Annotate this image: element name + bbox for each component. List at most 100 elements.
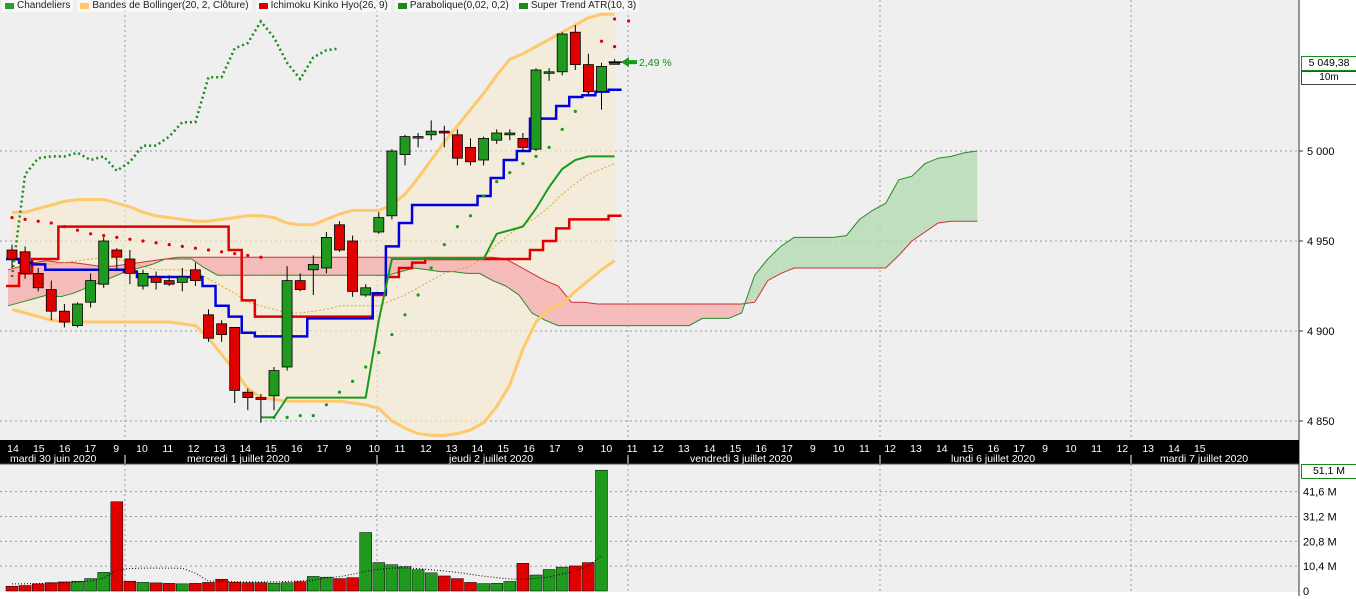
candle-up[interactable] [543,71,555,74]
candle-down[interactable] [569,31,581,66]
volume-bar[interactable] [333,578,346,592]
volume-bar[interactable] [595,469,608,592]
candle-up[interactable] [98,240,110,285]
volume-bar[interactable] [582,562,595,592]
volume-bar[interactable] [18,585,32,592]
volume-bar[interactable] [31,583,45,592]
candle-up[interactable] [491,132,503,141]
candle-up[interactable] [412,136,424,139]
candle-down[interactable] [189,269,201,281]
candle-up[interactable] [137,272,149,287]
volume-bar[interactable] [71,580,84,592]
chart-canvas[interactable]: 5 000 4 950 4 900 4 850 41,6 M 31,2 M 20,8 M 10… [0,0,1356,598]
volume-bar[interactable] [267,582,281,592]
volume-bar[interactable] [346,577,359,592]
candle-down[interactable] [517,137,529,148]
volume-bar[interactable] [189,583,202,592]
volume-bar[interactable] [228,581,241,592]
legend-item[interactable]: Super Trend ATR(10, 3) [515,0,640,12]
candle-up[interactable] [72,303,83,327]
candle-down[interactable] [334,224,345,251]
trading-chart[interactable]: 5 000 4 950 4 900 4 850 41,6 M 31,2 M 20,8 M 10… [0,0,1356,598]
volume-bar[interactable] [490,583,503,592]
candle-down[interactable] [111,249,123,258]
volume-bar[interactable] [411,569,425,592]
volume-bar[interactable] [307,576,320,592]
candle-down[interactable] [438,130,450,134]
volume-bar[interactable] [477,583,490,592]
volume-bar[interactable] [372,562,386,592]
candle-up[interactable] [596,66,607,93]
candle-down[interactable] [465,146,476,163]
volume-bar[interactable] [123,580,137,592]
volume-bar[interactable] [176,583,189,592]
candle-up[interactable] [360,287,372,296]
legend-item[interactable]: Chandeliers [2,0,74,12]
volume-bar[interactable] [241,582,255,592]
candle-up[interactable] [504,132,516,136]
volume-bar[interactable] [280,582,294,592]
volume-bar[interactable] [84,578,97,592]
candle-up[interactable] [530,69,542,150]
volume-bar[interactable] [542,569,556,592]
legend-item[interactable]: Parabolique(0,02, 0,2) [394,0,512,12]
candle-up[interactable] [176,276,188,283]
candle-down[interactable] [203,314,214,339]
volume-bar[interactable] [320,576,333,592]
volume-bar[interactable] [503,581,517,592]
volume-bar[interactable] [451,578,464,592]
candle-down[interactable] [229,326,241,391]
candle-up[interactable] [268,370,280,397]
volume-bar[interactable] [293,581,307,592]
candle-down[interactable] [6,249,18,260]
candle-up[interactable] [85,280,96,303]
candle-down[interactable] [19,251,31,274]
volume-bar[interactable] [45,582,58,592]
candle-down[interactable] [59,310,70,323]
candle-up[interactable] [373,217,385,233]
candle-down[interactable] [242,391,254,399]
volume-bar[interactable] [398,566,412,592]
volume-bar[interactable] [385,564,399,592]
volume-bar[interactable] [97,572,110,592]
volume-bar[interactable] [464,582,477,592]
volume-bar[interactable] [110,501,124,592]
volume-bar[interactable] [202,582,215,592]
candle-up[interactable] [609,62,620,65]
candle-up[interactable] [307,263,319,271]
volume-bar[interactable] [516,563,530,592]
volume-bar[interactable] [424,572,438,592]
candle-up[interactable] [386,150,398,217]
candle-up[interactable] [556,33,568,73]
candle-up[interactable] [399,136,411,156]
volume-bar[interactable] [438,575,451,592]
candle-down[interactable] [150,276,162,283]
candle-down[interactable] [255,397,267,400]
volume-bar[interactable] [162,583,176,592]
candle-down[interactable] [163,280,175,285]
candle-down[interactable] [294,280,306,291]
candle-up[interactable] [478,137,490,161]
candle-down[interactable] [216,323,228,335]
ichimoku-cloud-bearish [649,304,663,326]
candle-up[interactable] [281,280,293,368]
volume-bar[interactable] [149,582,163,592]
candle-up[interactable] [320,236,332,269]
legend-item[interactable]: Bandes de Bollinger(20, 2, Clôture) [77,0,252,12]
candle-down[interactable] [347,240,359,292]
candle-down[interactable] [32,272,44,289]
legend-item[interactable]: Ichimoku Kinko Hyo(26, 9) [255,0,391,12]
volume-bar[interactable] [5,585,19,592]
candle-down[interactable] [451,134,463,159]
candle-up[interactable] [425,130,437,136]
volume-bar[interactable] [136,582,150,592]
volume-bar[interactable] [254,582,268,592]
timeframe-selector[interactable]: 10m [1301,71,1356,85]
time-tick-label: 11 [162,443,173,455]
volume-bar[interactable] [529,574,543,592]
candle-down[interactable] [45,289,57,312]
volume-bar[interactable] [359,532,372,592]
candle-down[interactable] [583,64,594,92]
candle-down[interactable] [124,258,136,274]
volume-bar[interactable] [555,566,569,592]
